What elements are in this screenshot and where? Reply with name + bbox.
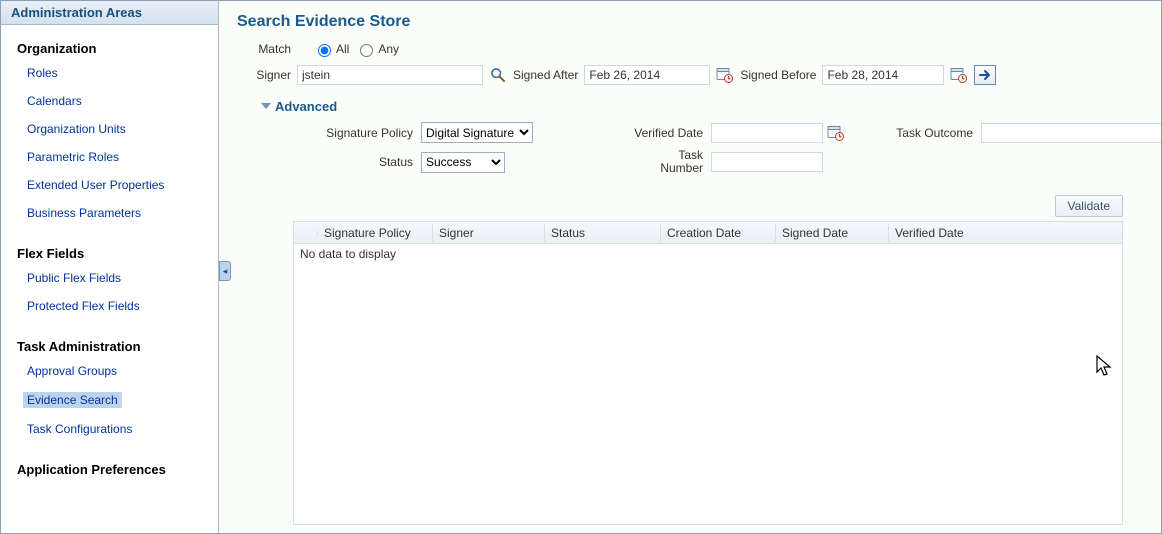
nav-section-application-preferences: Application Preferences — [17, 462, 202, 477]
nav-item-task-configurations[interactable]: Task Configurations — [27, 422, 132, 436]
task-outcome-input[interactable] — [981, 123, 1162, 143]
signed-before-label: Signed Before — [740, 68, 816, 82]
match-label: Match — [251, 42, 291, 56]
nav-item-public-flex-fields[interactable]: Public Flex Fields — [27, 271, 121, 285]
nav-section-flex-fields: Flex Fields — [17, 246, 202, 261]
main-area: Administration Areas Organization Roles … — [1, 1, 1162, 533]
calendar-icon-before[interactable] — [950, 66, 968, 84]
search-row: Signer Signed After Signed Before — [251, 65, 1162, 85]
go-button[interactable] — [974, 65, 996, 85]
nav-item-parametric-roles[interactable]: Parametric Roles — [27, 150, 119, 164]
task-number-label: TaskNumber — [591, 149, 711, 175]
nav-item-organization-units[interactable]: Organization Units — [27, 122, 126, 136]
calendar-icon-after[interactable] — [716, 66, 734, 84]
signature-policy-label: Signature Policy — [261, 126, 421, 140]
signed-after-label: Signed After — [513, 68, 578, 82]
status-label: Status — [261, 155, 421, 169]
validate-row: Validate — [237, 195, 1123, 217]
advanced-body: Signature Policy Digital Signature Verif… — [261, 122, 1162, 175]
nav-item-protected-flex-fields[interactable]: Protected Flex Fields — [27, 299, 140, 313]
nav-item-calendars[interactable]: Calendars — [27, 94, 82, 108]
signed-before-input[interactable] — [822, 65, 944, 85]
nav-item-evidence-search[interactable]: Evidence Search — [23, 392, 122, 408]
table-header-handle — [294, 231, 318, 235]
results-table: Signature Policy Signer Status Creation … — [293, 221, 1123, 525]
page-title: Search Evidence Store — [237, 13, 1162, 31]
verified-date-label: Verified Date — [591, 126, 711, 140]
nav-item-roles[interactable]: Roles — [27, 66, 58, 80]
advanced-label: Advanced — [275, 99, 337, 114]
signer-input[interactable] — [297, 65, 483, 85]
col-verified-date[interactable]: Verified Date — [889, 224, 1122, 242]
nav-item-approval-groups[interactable]: Approval Groups — [27, 364, 117, 378]
validate-button[interactable]: Validate — [1055, 195, 1123, 217]
match-any-label: Any — [378, 42, 399, 56]
col-signer[interactable]: Signer — [433, 224, 545, 242]
sidebar-collapse-handle[interactable]: ◂ — [219, 261, 231, 281]
task-number-input[interactable] — [711, 152, 823, 172]
match-any-input[interactable] — [360, 44, 373, 57]
col-signature-policy[interactable]: Signature Policy — [318, 224, 433, 242]
nav-section-organization: Organization — [17, 41, 202, 56]
status-select[interactable]: Success — [421, 152, 505, 173]
match-all-radio[interactable]: All — [313, 41, 349, 57]
advanced-toggle[interactable]: Advanced — [261, 99, 1162, 114]
table-empty-message: No data to display — [294, 244, 1122, 264]
calendar-icon-verified[interactable] — [827, 124, 845, 142]
nav-section-task-administration: Task Administration — [17, 339, 202, 354]
signer-label: Signer — [251, 68, 291, 82]
nav-item-business-parameters[interactable]: Business Parameters — [27, 206, 141, 220]
match-any-radio[interactable]: Any — [355, 41, 399, 57]
disclosure-icon — [261, 103, 271, 109]
col-status[interactable]: Status — [545, 224, 661, 242]
table-header-row: Signature Policy Signer Status Creation … — [294, 222, 1122, 244]
match-all-input[interactable] — [318, 44, 331, 57]
sidebar: Administration Areas Organization Roles … — [1, 1, 219, 533]
verified-date-input[interactable] — [711, 123, 823, 143]
app-viewport: Administration Areas Organization Roles … — [0, 0, 1162, 534]
col-creation-date[interactable]: Creation Date — [661, 224, 776, 242]
col-signed-date[interactable]: Signed Date — [776, 224, 889, 242]
nav-item-extended-user-properties[interactable]: Extended User Properties — [27, 178, 164, 192]
signature-policy-select[interactable]: Digital Signature — [421, 122, 533, 143]
sidebar-body: Organization Roles Calendars Organizatio… — [1, 25, 218, 533]
search-icon[interactable] — [489, 66, 507, 84]
match-all-label: All — [336, 42, 349, 56]
match-row: Match All Any — [251, 41, 1162, 57]
content-area: Search Evidence Store Match All Any Sign… — [219, 1, 1162, 533]
sidebar-title: Administration Areas — [1, 1, 218, 25]
signed-after-input[interactable] — [584, 65, 710, 85]
task-outcome-label: Task Outcome — [861, 126, 981, 140]
